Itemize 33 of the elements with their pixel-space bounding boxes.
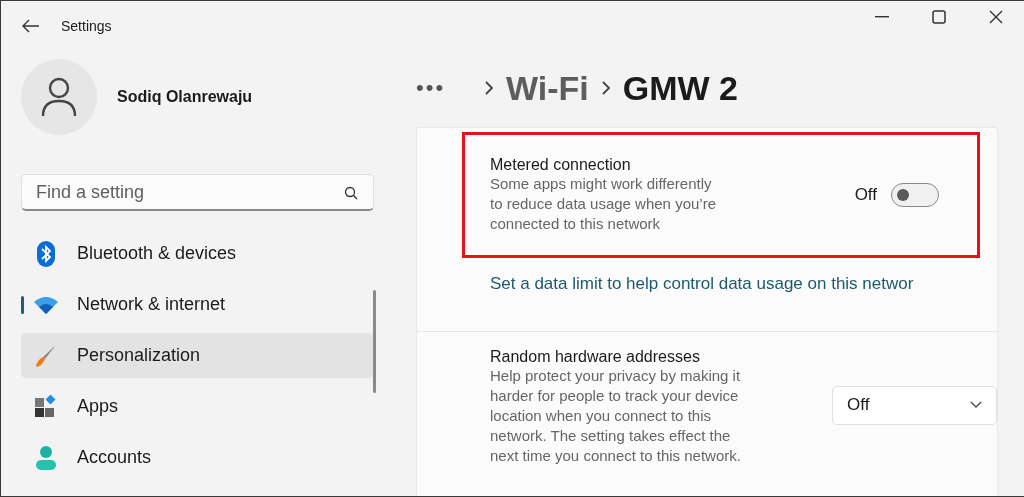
maximize-icon [931, 10, 946, 24]
dropdown[interactable]: Off [832, 385, 997, 425]
chevron-icon [600, 80, 611, 96]
user-name: Sodiq Olanrewaju [117, 87, 253, 106]
search-icon [344, 186, 358, 200]
overflow-menu[interactable]: ••• [416, 75, 472, 101]
setting-title: Metered connection [490, 156, 632, 174]
breadcrumb-item[interactable]: Wi-Fi [506, 68, 589, 108]
bluetooth-icon [36, 240, 56, 267]
caret-icon [970, 401, 982, 409]
setting-title: Random hardware addresses [490, 348, 701, 366]
scrollbar[interactable] [373, 290, 376, 393]
wifi-icon [33, 294, 59, 315]
search-field[interactable]: Find a setting [21, 174, 374, 211]
setting-description: Help protect your privacy by making it harder for people to track your device location when you connect to this network. The setting takes effect the next time you connect to this network. [490, 366, 742, 466]
toggle-state: Off [854, 185, 877, 205]
data-limit-link[interactable]: Set a data limit to help control data usage on this networ [490, 274, 914, 294]
paintbrush-icon [34, 343, 58, 368]
nav-item[interactable]: Personalization [21, 333, 374, 378]
toggle-switch[interactable] [891, 183, 939, 207]
apps-icon [34, 394, 58, 419]
nav-item[interactable]: Apps [21, 384, 374, 429]
account-icon [35, 444, 57, 471]
setting-description: Some apps might work differently to reduce data usage when you’re connected to this network [490, 174, 716, 234]
window-title: Settings [61, 18, 112, 34]
chevron-icon [484, 80, 494, 96]
nav-item[interactable]: Network & internet [21, 282, 374, 327]
close-icon [988, 10, 1003, 24]
back-arrow-icon [22, 19, 40, 33]
nav-item[interactable]: Bluetooth & devices [21, 231, 374, 276]
breadcrumb-item: GMW 2 [622, 68, 738, 108]
nav-item[interactable]: Accounts [21, 435, 374, 480]
minimize-icon [874, 16, 889, 18]
